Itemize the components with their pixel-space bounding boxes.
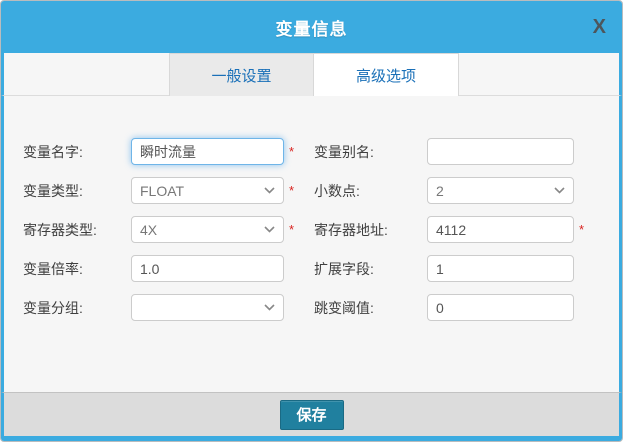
form-row: 变量类型: FLOAT * 小数点: 2 [23,177,619,204]
save-button[interactable]: 保存 [280,400,344,430]
tab-advanced-options-label: 高级选项 [356,65,416,86]
chevron-down-icon [264,226,275,233]
ext-field-input[interactable] [427,255,574,282]
dialog-footer: 保存 [1,392,622,436]
form-row: 变量倍率: 扩展字段: [23,255,619,282]
var-type-select[interactable]: FLOAT [131,177,284,204]
var-alias-input[interactable] [427,138,574,165]
required-mark: * [289,144,297,159]
var-alias-label: 变量别名: [314,142,427,162]
reg-type-value: 4X [140,222,157,238]
reg-type-select[interactable]: 4X [131,216,284,243]
jump-threshold-input[interactable] [427,294,574,321]
tab-advanced-options[interactable]: 高级选项 [314,53,459,96]
jump-threshold-label: 跳变阈值: [314,298,427,318]
close-icon[interactable]: X [593,17,606,37]
dialog-bottom-edge [1,436,622,442]
required-mark: * [289,183,297,198]
form-row: 寄存器类型: 4X * 寄存器地址: * [23,216,619,243]
var-ratio-input[interactable] [131,255,284,282]
variable-info-dialog: 变量信息 X 一般设置 高级选项 变量名字: * 变量别名: 变量类型: [0,0,623,442]
var-type-value: FLOAT [140,183,184,199]
var-name-label: 变量名字: [23,142,131,162]
tab-general-settings-label: 一般设置 [211,65,271,86]
reg-addr-input[interactable] [427,216,574,243]
chevron-down-icon [264,187,275,194]
decimal-point-value: 2 [436,183,444,199]
reg-type-label: 寄存器类型: [23,220,131,240]
form-row: 变量名字: * 变量别名: [23,138,619,165]
var-name-input[interactable] [131,138,284,165]
dialog-title: 变量信息 [276,15,348,40]
general-settings-panel: 变量名字: * 变量别名: 变量类型: FLOAT * [1,96,622,392]
var-group-select[interactable] [131,294,284,321]
var-group-label: 变量分组: [23,298,131,318]
reg-addr-label: 寄存器地址: [314,220,427,240]
dialog-titlebar: 变量信息 X [1,1,622,53]
chevron-down-icon [264,304,275,311]
var-type-label: 变量类型: [23,181,131,201]
ext-field-label: 扩展字段: [314,259,427,279]
decimal-point-select[interactable]: 2 [427,177,574,204]
decimal-point-label: 小数点: [314,181,427,201]
chevron-down-icon [554,187,565,194]
required-mark: * [579,222,587,237]
tab-general-settings[interactable]: 一般设置 [169,53,314,96]
required-mark: * [289,222,297,237]
form-row: 变量分组: 跳变阈值: [23,294,619,321]
var-ratio-label: 变量倍率: [23,259,131,279]
tab-bar: 一般设置 高级选项 [1,53,622,96]
